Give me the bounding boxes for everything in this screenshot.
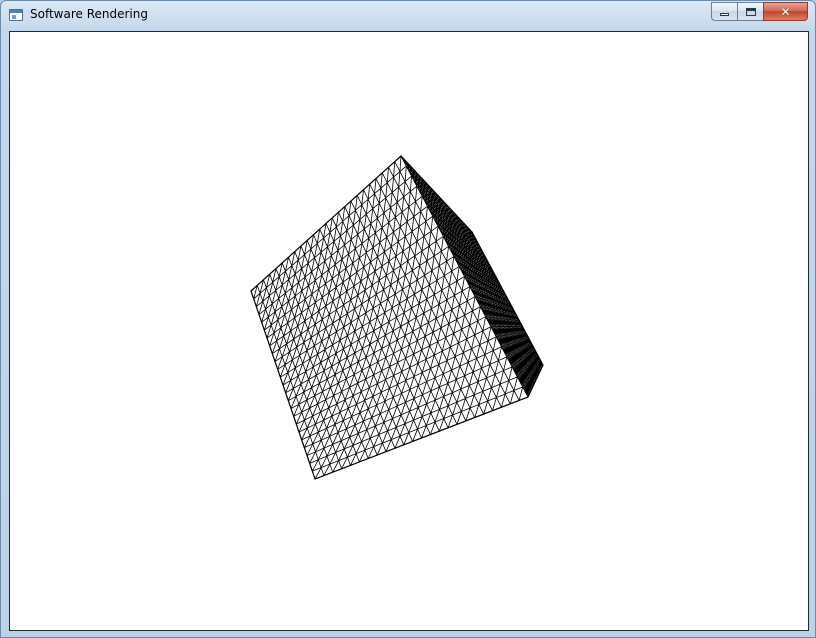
- application-window-icon[interactable]: [9, 9, 23, 21]
- app-icon-detail: [12, 15, 16, 19]
- app-window: Software Rendering ✕: [0, 0, 816, 638]
- wireframe-cube: [250, 155, 544, 480]
- maximize-button[interactable]: [737, 2, 763, 21]
- maximize-icon: [745, 7, 756, 16]
- minimize-icon: [720, 13, 729, 16]
- minimize-button[interactable]: [711, 2, 737, 21]
- render-viewport[interactable]: [9, 31, 809, 631]
- title-bar[interactable]: Software Rendering ✕: [1, 1, 815, 31]
- close-icon: ✕: [780, 4, 791, 19]
- app-icon-bar: [10, 10, 22, 13]
- close-button[interactable]: ✕: [763, 2, 808, 21]
- caption-buttons: ✕: [711, 2, 808, 22]
- window-title: Software Rendering: [30, 7, 148, 21]
